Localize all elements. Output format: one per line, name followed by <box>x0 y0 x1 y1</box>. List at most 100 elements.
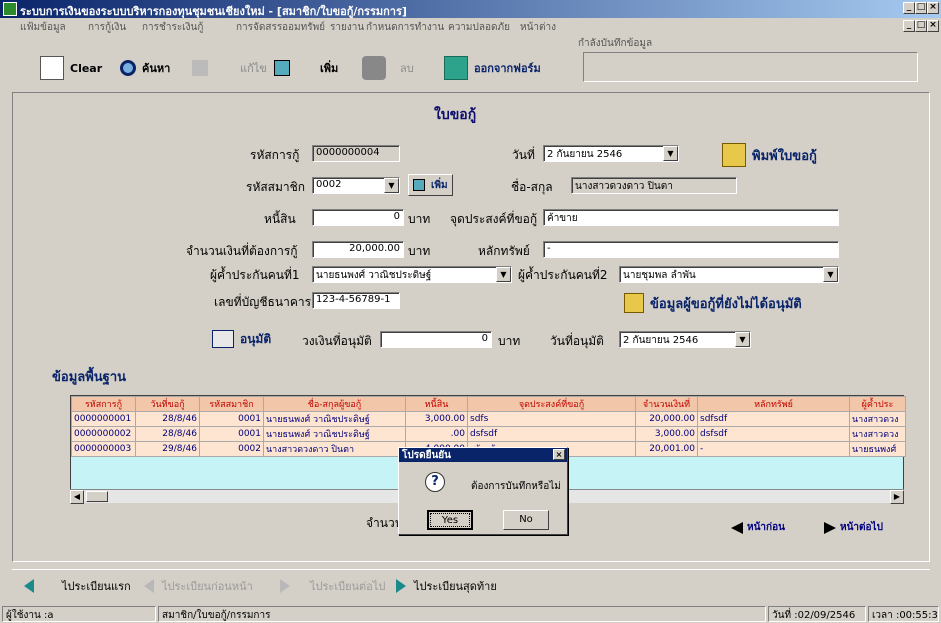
chevron-down-icon[interactable]: ▼ <box>823 267 838 282</box>
next-page-button[interactable]: หน้าต่อไป <box>824 520 883 535</box>
grid-cell[interactable]: 3,000.00 <box>635 426 698 442</box>
approve-date-picker[interactable]: 2 กันยายน 2546 ▼ <box>619 331 751 348</box>
scroll-left-icon[interactable]: ◀ <box>70 490 84 504</box>
search-button[interactable]: ค้นหา <box>120 53 170 83</box>
maximize-button[interactable]: □ <box>915 2 927 14</box>
grid-cell[interactable]: นายธนพงศ์ วาณิชประดิษฐ์ <box>263 426 406 442</box>
menu-reports[interactable]: รายงาน <box>330 20 364 35</box>
menu-savings[interactable]: ออมทรัพย์ <box>282 20 325 35</box>
arrow-left-icon <box>24 579 34 593</box>
grid-header[interactable]: จุดประสงค์ที่ขอกู้ <box>467 396 636 412</box>
grid-cell[interactable]: 29/8/46 <box>135 441 200 457</box>
grid-cell[interactable]: 0002 <box>199 441 264 457</box>
grid-cell[interactable]: 0001 <box>199 426 264 442</box>
grid-cell[interactable]: 28/8/46 <box>135 426 200 442</box>
grid-header[interactable]: ผู้ค้ำประ <box>849 396 906 412</box>
form-title: ใบขอกู้ <box>434 107 477 123</box>
table-row[interactable]: 0000000002 28/8/46 0001 นายธนพงศ์ วาณิชป… <box>71 426 906 442</box>
menu-schedule[interactable]: กำหนดการทำงาน <box>366 20 444 35</box>
grid-cell[interactable]: 3,000.00 <box>405 411 468 427</box>
member-code-combo[interactable]: 0002 ▼ <box>312 177 400 194</box>
child-close-button[interactable]: × <box>927 20 939 32</box>
approve-button[interactable]: อนุมัติ <box>212 324 271 354</box>
menu-security[interactable]: ความปลอดภัย <box>448 20 510 35</box>
collateral-field[interactable]: - <box>543 241 839 258</box>
grid-cell[interactable]: 0000000001 <box>71 411 136 427</box>
no-button[interactable]: No <box>503 510 549 530</box>
chevron-down-icon[interactable]: ▼ <box>735 332 750 347</box>
grid-cell[interactable]: 0000000003 <box>71 441 136 457</box>
debt-field[interactable]: 0 <box>312 209 404 226</box>
menu-loan[interactable]: การกู้เงิน <box>88 20 126 35</box>
unapproved-requests-button[interactable]: ข้อมูลผู้ขอกู้ที่ยังไม่ได้อนุมัติ <box>624 288 802 318</box>
purpose-field[interactable]: ค้าขาย <box>543 209 839 226</box>
printer-icon <box>722 143 746 167</box>
edit-button[interactable] <box>192 53 208 83</box>
grid-cell[interactable]: 28/8/46 <box>135 411 200 427</box>
bank-account-field[interactable]: 123-4-56789-1 <box>312 292 400 309</box>
grid-cell[interactable]: นางสาวดวงดาว ปินตา <box>263 441 406 457</box>
arrow-right-icon <box>824 521 836 534</box>
minimize-button[interactable]: _ <box>903 2 915 14</box>
name-field[interactable]: นางสาวดวงดาว ปินตา <box>571 177 737 194</box>
first-record-button[interactable]: ไประเบียนแรก <box>24 577 131 595</box>
grid-cell[interactable]: dsfsdf <box>467 426 636 442</box>
print-request-button[interactable]: พิมพ์ใบขอกู้ <box>722 140 817 170</box>
grid-cell[interactable]: นายธนพงศ์ <box>849 441 906 457</box>
table-row[interactable]: 0000000001 28/8/46 0001 นายธนพงศ์ วาณิชป… <box>71 411 906 427</box>
grid-cell[interactable]: - <box>697 441 850 457</box>
prev-page-button[interactable]: หน้าก่อน <box>731 520 785 535</box>
close-button[interactable]: × <box>927 2 939 14</box>
approved-amount-field[interactable]: 0 <box>380 331 492 348</box>
clear-button[interactable]: Clear <box>40 53 102 83</box>
grid-cell[interactable]: 20,001.00 <box>635 441 698 457</box>
grid-header[interactable]: รหัสสมาชิก <box>199 396 264 412</box>
exit-form-button[interactable]: ออกจากฟอร์ม <box>444 53 541 83</box>
grid-cell[interactable]: 0001 <box>199 411 264 427</box>
loan-code-field[interactable]: 0000000004 <box>312 145 400 162</box>
grid-cell[interactable]: dsfsdf <box>697 426 850 442</box>
grid-cell[interactable]: sdfsdf <box>697 411 850 427</box>
menu-window[interactable]: หน้าต่าง <box>520 20 556 35</box>
guarantor1-combo[interactable]: นายธนพงศ์ วาณิชประดิษฐ์ ▼ <box>312 266 512 283</box>
grid-cell[interactable]: นางสาวดวง <box>849 411 906 427</box>
chevron-down-icon[interactable]: ▼ <box>496 267 511 282</box>
grid-header[interactable]: จำนวนเงินที่ <box>635 396 698 412</box>
add-member-button[interactable]: เพิ่ม <box>408 174 453 196</box>
child-maximize-button[interactable]: □ <box>915 20 927 32</box>
grid-header[interactable]: ชื่อ-สกุลผู้ขอกู้ <box>263 396 406 412</box>
dialog-close-button[interactable]: × <box>553 449 565 460</box>
status-user: ผู้ใช้งาน :a <box>2 606 156 622</box>
amount-field[interactable]: 20,000.00 <box>312 241 404 258</box>
loan-code-label: รหัสการกู้ <box>250 148 300 162</box>
grid-header[interactable]: รหัสการกู้ <box>71 396 136 412</box>
grid-header[interactable]: หลักทรัพย์ <box>697 396 850 412</box>
delete-button[interactable]: ลบ <box>362 53 414 83</box>
grid-cell[interactable]: 20,000.00 <box>635 411 698 427</box>
grid-cell[interactable]: 0000000002 <box>71 426 136 442</box>
grid-header[interactable]: หนี้สิน <box>405 396 468 412</box>
edit-label-button[interactable]: แก้ไข <box>240 53 267 83</box>
collateral-label: หลักทรัพย์ <box>478 244 530 258</box>
yes-button[interactable]: Yes <box>427 510 473 530</box>
scroll-right-icon[interactable]: ▶ <box>890 490 904 504</box>
chevron-down-icon[interactable]: ▼ <box>663 146 678 161</box>
date-picker[interactable]: 2 กันยายน 2546 ▼ <box>543 145 679 162</box>
grid-cell[interactable]: .00 <box>405 426 468 442</box>
grid-cell[interactable]: sdfs <box>467 411 636 427</box>
grid-header[interactable]: วันที่ขอกู้ <box>135 396 200 412</box>
purpose-label: จุดประสงค์ที่ขอกู้ <box>450 212 538 226</box>
child-minimize-button[interactable]: _ <box>903 20 915 32</box>
next-record-button[interactable]: ไประเบียนต่อไป <box>280 577 385 595</box>
prev-record-button[interactable]: ไประเบียนก่อนหน้า <box>144 577 253 595</box>
chevron-down-icon[interactable]: ▼ <box>384 178 399 193</box>
grid-cell[interactable]: นายธนพงศ์ วาณิชประดิษฐ์ <box>263 411 406 427</box>
guarantor2-combo[interactable]: นายชุมพล ลำพัน ▼ <box>619 266 839 283</box>
add-button[interactable]: เพิ่ม <box>274 53 338 83</box>
menu-allocation[interactable]: การจัดสรร <box>236 20 282 35</box>
last-record-button[interactable]: ไประเบียนสุดท้าย <box>396 577 497 595</box>
menu-file[interactable]: แฟ้มข้อมูล <box>20 20 66 35</box>
scroll-thumb[interactable] <box>86 491 108 502</box>
menu-repayment[interactable]: การชำระเงินกู้ <box>142 20 203 35</box>
grid-cell[interactable]: นางสาวดวง <box>849 426 906 442</box>
